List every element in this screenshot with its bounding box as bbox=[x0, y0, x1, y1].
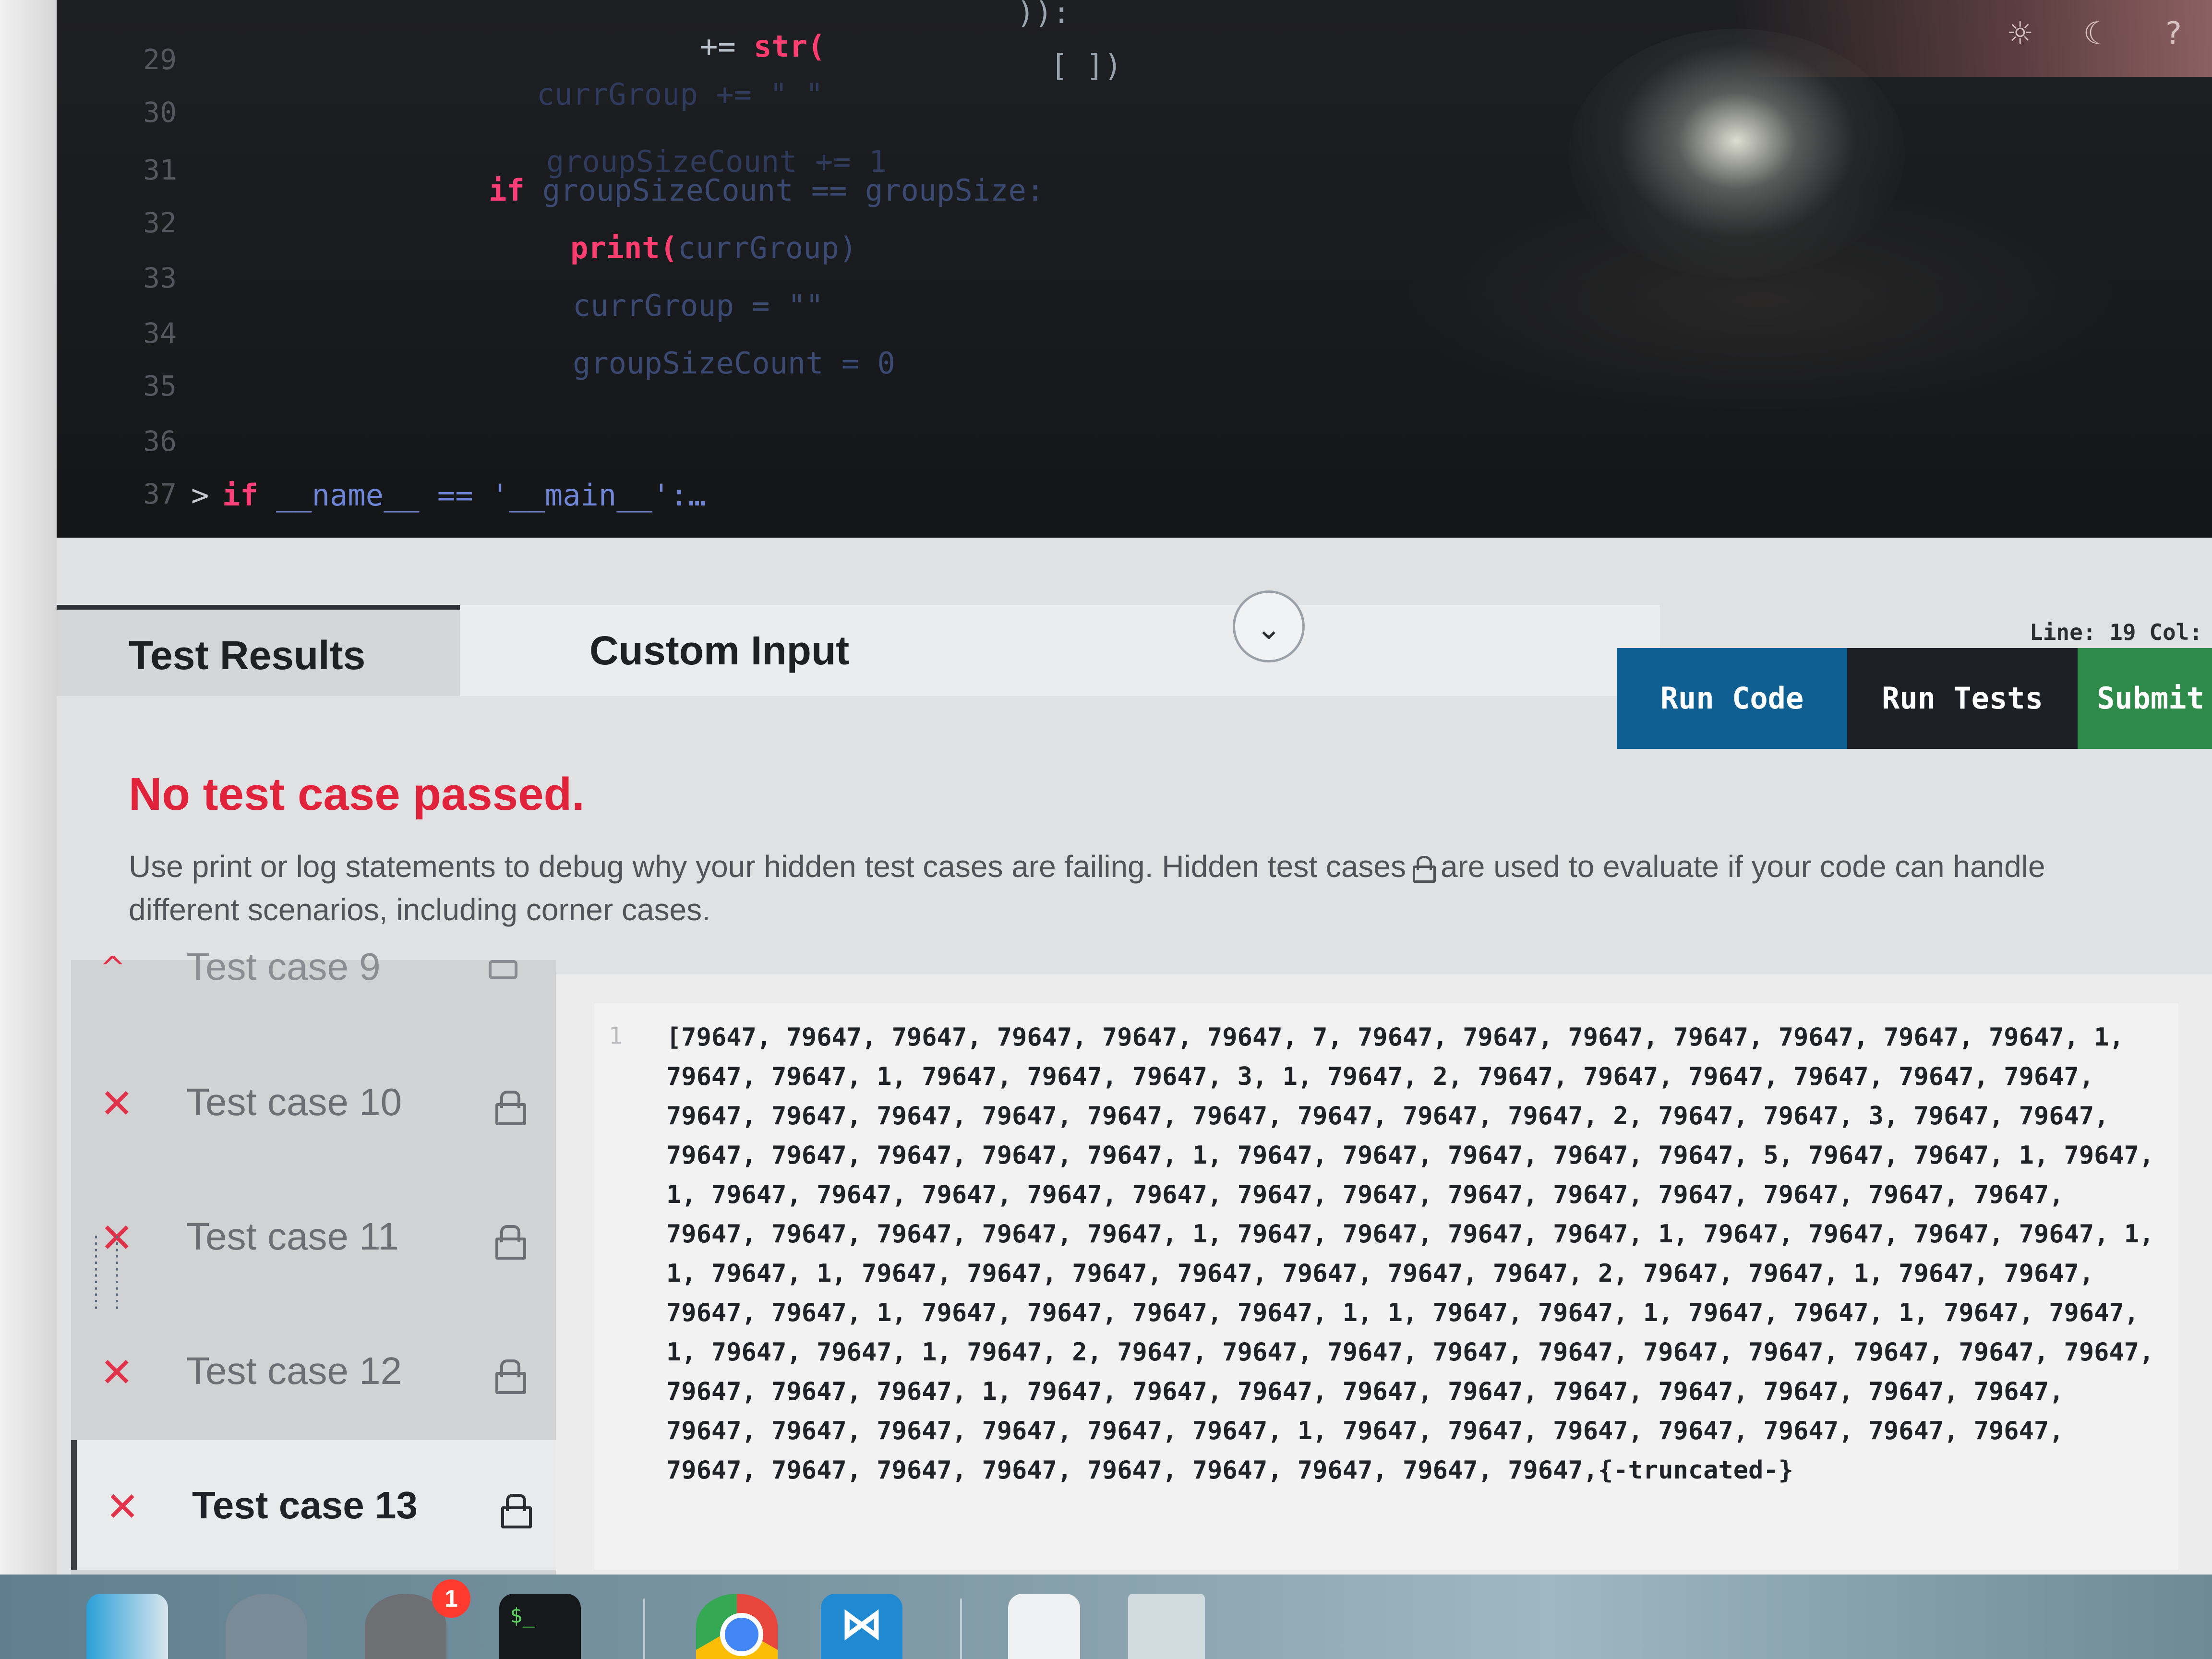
chrome-icon[interactable] bbox=[696, 1594, 778, 1659]
submit-button[interactable]: Submit bbox=[2078, 648, 2212, 749]
dock: 1 $_ ⋈ bbox=[0, 1575, 2212, 1659]
moon-icon[interactable]: ☾ bbox=[2078, 14, 2116, 53]
finder-icon[interactable] bbox=[86, 1594, 168, 1659]
settings-icon[interactable]: ☼ bbox=[2001, 14, 2039, 53]
code-fragment: [ ]) bbox=[1050, 48, 1122, 83]
test-case-label: Test case 11 bbox=[186, 1215, 399, 1258]
output-box[interactable]: 1 [79647, 79647, 79647, 79647, 79647, 79… bbox=[594, 1003, 2178, 1570]
line-number: 29 bbox=[143, 43, 177, 76]
output-pane: 1 [79647, 79647, 79647, 79647, 79647, 79… bbox=[556, 974, 2212, 1575]
lock-icon bbox=[495, 1091, 526, 1125]
dock-separator bbox=[960, 1599, 962, 1659]
test-case-item[interactable]: ^ Test case 9 bbox=[71, 941, 556, 1003]
cursor-position: Line: 19 Col: bbox=[2030, 619, 2203, 645]
lock-icon bbox=[1413, 856, 1436, 883]
line-number: 36 bbox=[143, 425, 177, 457]
line-number: 35 bbox=[143, 370, 177, 402]
test-case-item[interactable]: ✕ Test case 12 bbox=[71, 1306, 556, 1435]
editor-toolbar: ☼ ☾ ? bbox=[1732, 0, 2212, 77]
code-line[interactable]: currGroup = "" bbox=[573, 288, 824, 323]
line-number: 33 bbox=[143, 262, 177, 294]
code-line[interactable]: if groupSizeCount == groupSize: bbox=[489, 173, 1044, 208]
code-token: currGroup) bbox=[677, 230, 857, 265]
code-line[interactable]: groupSizeCount = 0 bbox=[573, 346, 895, 381]
output-line-number: 1 bbox=[609, 1022, 623, 1049]
test-case-label: Test case 10 bbox=[186, 1081, 402, 1123]
results-panel: Test Results Custom Input ⌄ Line: 19 Col… bbox=[57, 538, 2212, 1575]
code-token: print( bbox=[570, 230, 678, 265]
tab-test-results[interactable]: Test Results bbox=[57, 605, 460, 696]
lock-icon bbox=[495, 1225, 526, 1260]
line-number: 31 bbox=[143, 154, 177, 186]
vscode-icon[interactable]: ⋈ bbox=[821, 1594, 902, 1659]
line-number: 30 bbox=[143, 96, 177, 129]
status-message: No test case passed. bbox=[129, 769, 585, 820]
chevron-up-icon: ^ bbox=[100, 950, 126, 986]
lock-icon bbox=[501, 1494, 532, 1528]
notification-badge: 1 bbox=[432, 1579, 470, 1618]
code-keyword: if bbox=[222, 478, 258, 513]
run-tests-button[interactable]: Run Tests bbox=[1847, 648, 2078, 749]
test-case-item[interactable]: ✕ Test case 10 bbox=[71, 1037, 556, 1166]
run-code-button[interactable]: Run Code bbox=[1617, 648, 1847, 749]
terminal-prompt: $_ bbox=[510, 1603, 535, 1628]
code-editor[interactable]: ☼ ☾ ? )): [ ]) 29 += str( 30 currGroup +… bbox=[57, 0, 2212, 538]
screen-bezel bbox=[0, 0, 57, 1575]
lock-icon bbox=[489, 960, 517, 979]
code-fragment: )): bbox=[1017, 0, 1070, 30]
code-keyword: if bbox=[489, 173, 525, 208]
code-token: += bbox=[700, 29, 754, 64]
test-case-item-selected[interactable]: ✕ Test case 13 bbox=[71, 1440, 556, 1570]
help-text-part: Use print or log statements to debug why… bbox=[129, 849, 1406, 884]
document-icon[interactable] bbox=[1008, 1594, 1080, 1659]
code-line[interactable]: += str( bbox=[700, 29, 825, 64]
lock-icon bbox=[495, 1359, 526, 1394]
code-token: groupSizeCount == groupSize: bbox=[524, 173, 1045, 208]
help-text: Use print or log statements to debug why… bbox=[129, 845, 2145, 931]
line-number: 32 bbox=[143, 206, 177, 239]
test-case-list: ^ Test case 9 ✕ Test case 10 ✕ Test case… bbox=[71, 945, 556, 1575]
test-case-item[interactable]: ✕ Test case 11 bbox=[71, 1171, 556, 1301]
drag-handle-icon[interactable]: ⋮⋮⋮⋮⋮⋮⋮⋮ bbox=[86, 1234, 127, 1330]
fail-icon: ✕ bbox=[106, 1483, 140, 1530]
line-number: 37 bbox=[143, 478, 177, 510]
terminal-icon[interactable]: $_ bbox=[499, 1594, 581, 1659]
code-token: __name__ == '__main__':… bbox=[258, 478, 706, 513]
test-case-label: Test case 13 bbox=[192, 1484, 418, 1527]
tab-custom-input[interactable]: Custom Input bbox=[460, 605, 1660, 696]
help-icon[interactable]: ? bbox=[2154, 14, 2193, 53]
code-line[interactable]: print(currGroup) bbox=[570, 230, 857, 265]
collapse-chevron-icon[interactable]: ⌄ bbox=[1233, 590, 1305, 662]
vscode-glyph: ⋈ bbox=[840, 1599, 883, 1649]
trash-icon[interactable] bbox=[1128, 1594, 1205, 1659]
code-line[interactable]: currGroup += " " bbox=[537, 77, 823, 112]
test-case-label: Test case 12 bbox=[186, 1349, 402, 1392]
test-case-label: Test case 9 bbox=[186, 945, 381, 988]
launchpad-icon[interactable] bbox=[226, 1594, 307, 1659]
line-number: 34 bbox=[143, 317, 177, 349]
fail-icon: ✕ bbox=[100, 1080, 134, 1127]
output-text: [79647, 79647, 79647, 79647, 79647, 7964… bbox=[666, 1023, 2169, 1485]
dock-separator bbox=[643, 1599, 645, 1659]
fail-icon: ✕ bbox=[100, 1349, 134, 1396]
fold-chevron-icon[interactable]: > bbox=[191, 478, 209, 513]
code-token: str( bbox=[753, 29, 826, 64]
code-line[interactable]: if __name__ == '__main__':… bbox=[222, 478, 706, 513]
